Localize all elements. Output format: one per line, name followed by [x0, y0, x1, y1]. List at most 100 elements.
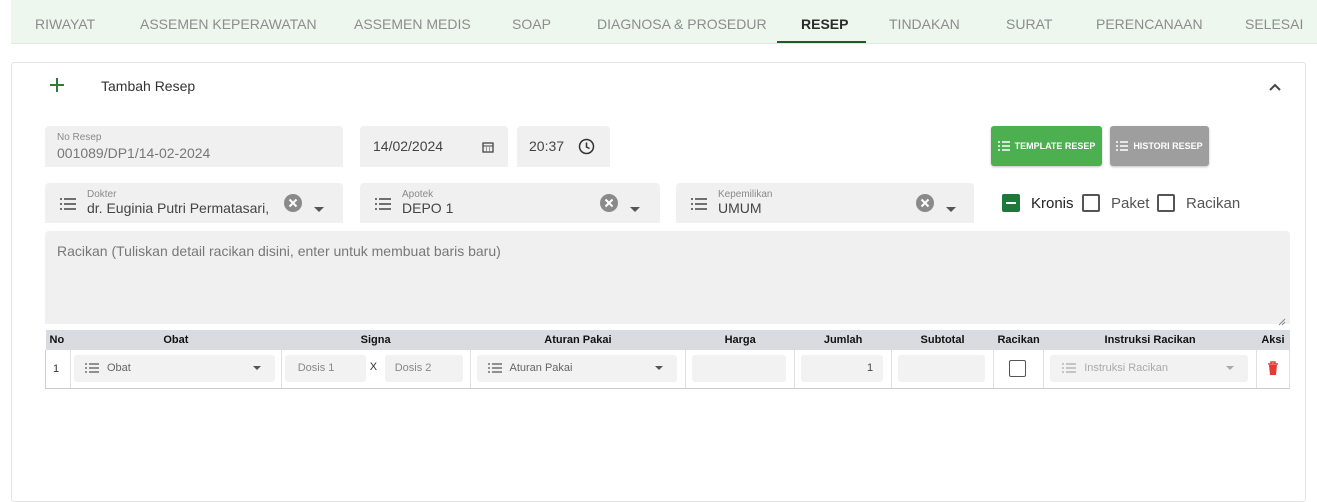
tab-soap[interactable]: SOAP	[512, 0, 551, 44]
instruksi-placeholder: Instruksi Racikan	[1084, 362, 1168, 375]
tab-bar: RIWAYAT ASSEMEN KEPERAWATAN ASSEMEN MEDI…	[11, 0, 1317, 44]
dosis1-input[interactable]: Dosis 1	[284, 355, 366, 382]
histori-resep-button[interactable]: HISTORI RESEP	[1110, 126, 1209, 166]
list-icon	[997, 141, 1010, 151]
panel-title: Tambah Resep	[101, 78, 196, 94]
no-resep-label: No Resep	[57, 132, 102, 143]
dropdown-arrow-icon	[655, 365, 664, 370]
tab-perencanaan[interactable]: PERENCANAAN	[1096, 0, 1203, 44]
jumlah-cell: 1	[794, 350, 893, 389]
col-aturan-pakai: Aturan Pakai	[470, 330, 686, 350]
clear-icon[interactable]	[599, 193, 619, 213]
col-obat: Obat	[70, 330, 282, 350]
date-field[interactable]: 14/02/2024	[360, 126, 508, 167]
col-no: No	[45, 330, 71, 350]
tab-assemen-medis[interactable]: ASSEMEN MEDIS	[354, 0, 471, 44]
apotek-label: Apotek	[402, 189, 434, 200]
clock-icon[interactable]	[578, 138, 595, 155]
template-resep-button[interactable]: TEMPLATE RESEP	[991, 126, 1102, 166]
aturan-pakai-select[interactable]: Aturan Pakai	[476, 355, 678, 382]
instruksi-racikan-select[interactable]: Instruksi Racikan	[1050, 355, 1248, 382]
resize-handle-icon[interactable]	[1278, 313, 1286, 326]
apotek-value: DEPO 1	[402, 200, 454, 216]
aturan-pakai-placeholder: Aturan Pakai	[509, 362, 573, 375]
clear-icon[interactable]	[915, 193, 935, 213]
trash-icon[interactable]	[1267, 361, 1279, 376]
dokter-label: Dokter	[87, 189, 117, 200]
dropdown-arrow-icon[interactable]	[946, 200, 956, 212]
list-icon	[487, 363, 502, 373]
col-racikan: Racikan	[993, 330, 1044, 350]
obat-placeholder: Obat	[106, 362, 131, 375]
jumlah-input[interactable]: 1	[801, 355, 884, 382]
dropdown-arrow-icon[interactable]	[630, 200, 640, 212]
obat-cell: Obat	[70, 350, 282, 389]
list-icon	[1116, 141, 1129, 151]
tab-surat[interactable]: SURAT	[1006, 0, 1052, 44]
aksi-cell	[1256, 350, 1291, 389]
row-no: 1	[45, 350, 71, 389]
clear-icon[interactable]	[283, 193, 303, 213]
col-signa: Signa	[281, 330, 470, 350]
racikan-label: Racikan	[1186, 195, 1241, 212]
tab-riwayat[interactable]: RIWAYAT	[35, 0, 95, 44]
racikan-textarea[interactable]: Racikan (Tuliskan detail racikan disini,…	[45, 231, 1290, 326]
aturan-pakai-cell: Aturan Pakai	[470, 350, 687, 389]
instruksi-cell: Instruksi Racikan	[1043, 350, 1257, 389]
col-jumlah: Jumlah	[794, 330, 892, 350]
date-value: 14/02/2024	[373, 138, 444, 154]
col-instruksi-racikan: Instruksi Racikan	[1043, 330, 1257, 350]
dosis2-placeholder: Dosis 2	[394, 362, 432, 375]
list-icon	[1062, 363, 1077, 373]
tab-tindakan[interactable]: TINDAKAN	[889, 0, 960, 44]
tab-diagnosa-prosedur[interactable]: DIAGNOSA & PROSEDUR	[597, 0, 767, 44]
dosis1-placeholder: Dosis 1	[297, 362, 335, 375]
paket-checkbox[interactable]	[1082, 194, 1100, 212]
row-racikan-checkbox[interactable]	[1008, 360, 1026, 377]
dokter-select[interactable]: Dokter dr. Euginia Putri Permatasari,	[45, 183, 343, 223]
subtotal-input[interactable]	[898, 355, 985, 382]
dropdown-arrow-icon[interactable]	[314, 200, 324, 212]
racikan-checkbox[interactable]	[1157, 194, 1175, 212]
list-icon	[375, 197, 391, 210]
dosis2-input[interactable]: Dosis 2	[384, 355, 463, 382]
tab-selesai[interactable]: SELESAI	[1245, 0, 1303, 44]
list-icon	[84, 363, 99, 373]
histori-resep-label: HISTORI RESEP	[1133, 141, 1203, 151]
apotek-select[interactable]: Apotek DEPO 1	[360, 183, 660, 223]
kronis-checkbox[interactable]	[1002, 194, 1020, 212]
plus-icon[interactable]	[45, 73, 69, 97]
table-header-row: No Obat Signa Aturan Pakai Harga Jumlah …	[45, 330, 1290, 350]
col-subtotal: Subtotal	[891, 330, 994, 350]
time-value: 20:37	[529, 138, 565, 154]
signa-cell: Dosis 1 X Dosis 2	[281, 350, 471, 389]
kepemilikan-select[interactable]: Kepemilikan UMUM	[676, 183, 974, 223]
list-icon	[60, 197, 76, 210]
tab-assemen-keperawatan[interactable]: ASSEMEN KEPERAWATAN	[140, 0, 317, 44]
racikan-cell	[993, 350, 1045, 389]
kepemilikan-label: Kepemilikan	[718, 189, 773, 200]
template-resep-label: TEMPLATE RESEP	[1014, 141, 1096, 151]
obat-select[interactable]: Obat	[73, 355, 275, 382]
obat-table: No Obat Signa Aturan Pakai Harga Jumlah …	[45, 330, 1291, 389]
no-resep-value: 001089/DP1/14-02-2024	[57, 145, 211, 161]
active-tab-indicator	[777, 41, 866, 43]
harga-input[interactable]	[692, 355, 787, 382]
col-aksi: Aksi	[1256, 330, 1290, 350]
time-field[interactable]: 20:37	[517, 126, 610, 167]
kepemilikan-value: UMUM	[718, 200, 762, 216]
dropdown-arrow-icon	[1225, 365, 1234, 370]
tab-resep[interactable]: RESEP	[801, 0, 848, 44]
table-row: 1 Obat Dosis 1 X Dosis 2 Aturan Pakai 1 …	[45, 350, 1291, 389]
subtotal-cell	[891, 350, 994, 389]
list-icon	[691, 197, 707, 210]
dropdown-arrow-icon	[252, 365, 261, 370]
paket-label: Paket	[1111, 195, 1150, 212]
calendar-icon[interactable]	[481, 140, 495, 154]
col-harga: Harga	[685, 330, 795, 350]
racikan-textarea-placeholder: Racikan (Tuliskan detail racikan disini,…	[57, 243, 501, 259]
jumlah-value: 1	[866, 362, 874, 375]
no-resep-field[interactable]: No Resep 001089/DP1/14-02-2024	[45, 126, 343, 167]
chevron-up-icon[interactable]	[1266, 79, 1284, 97]
kronis-label: Kronis	[1031, 195, 1074, 212]
